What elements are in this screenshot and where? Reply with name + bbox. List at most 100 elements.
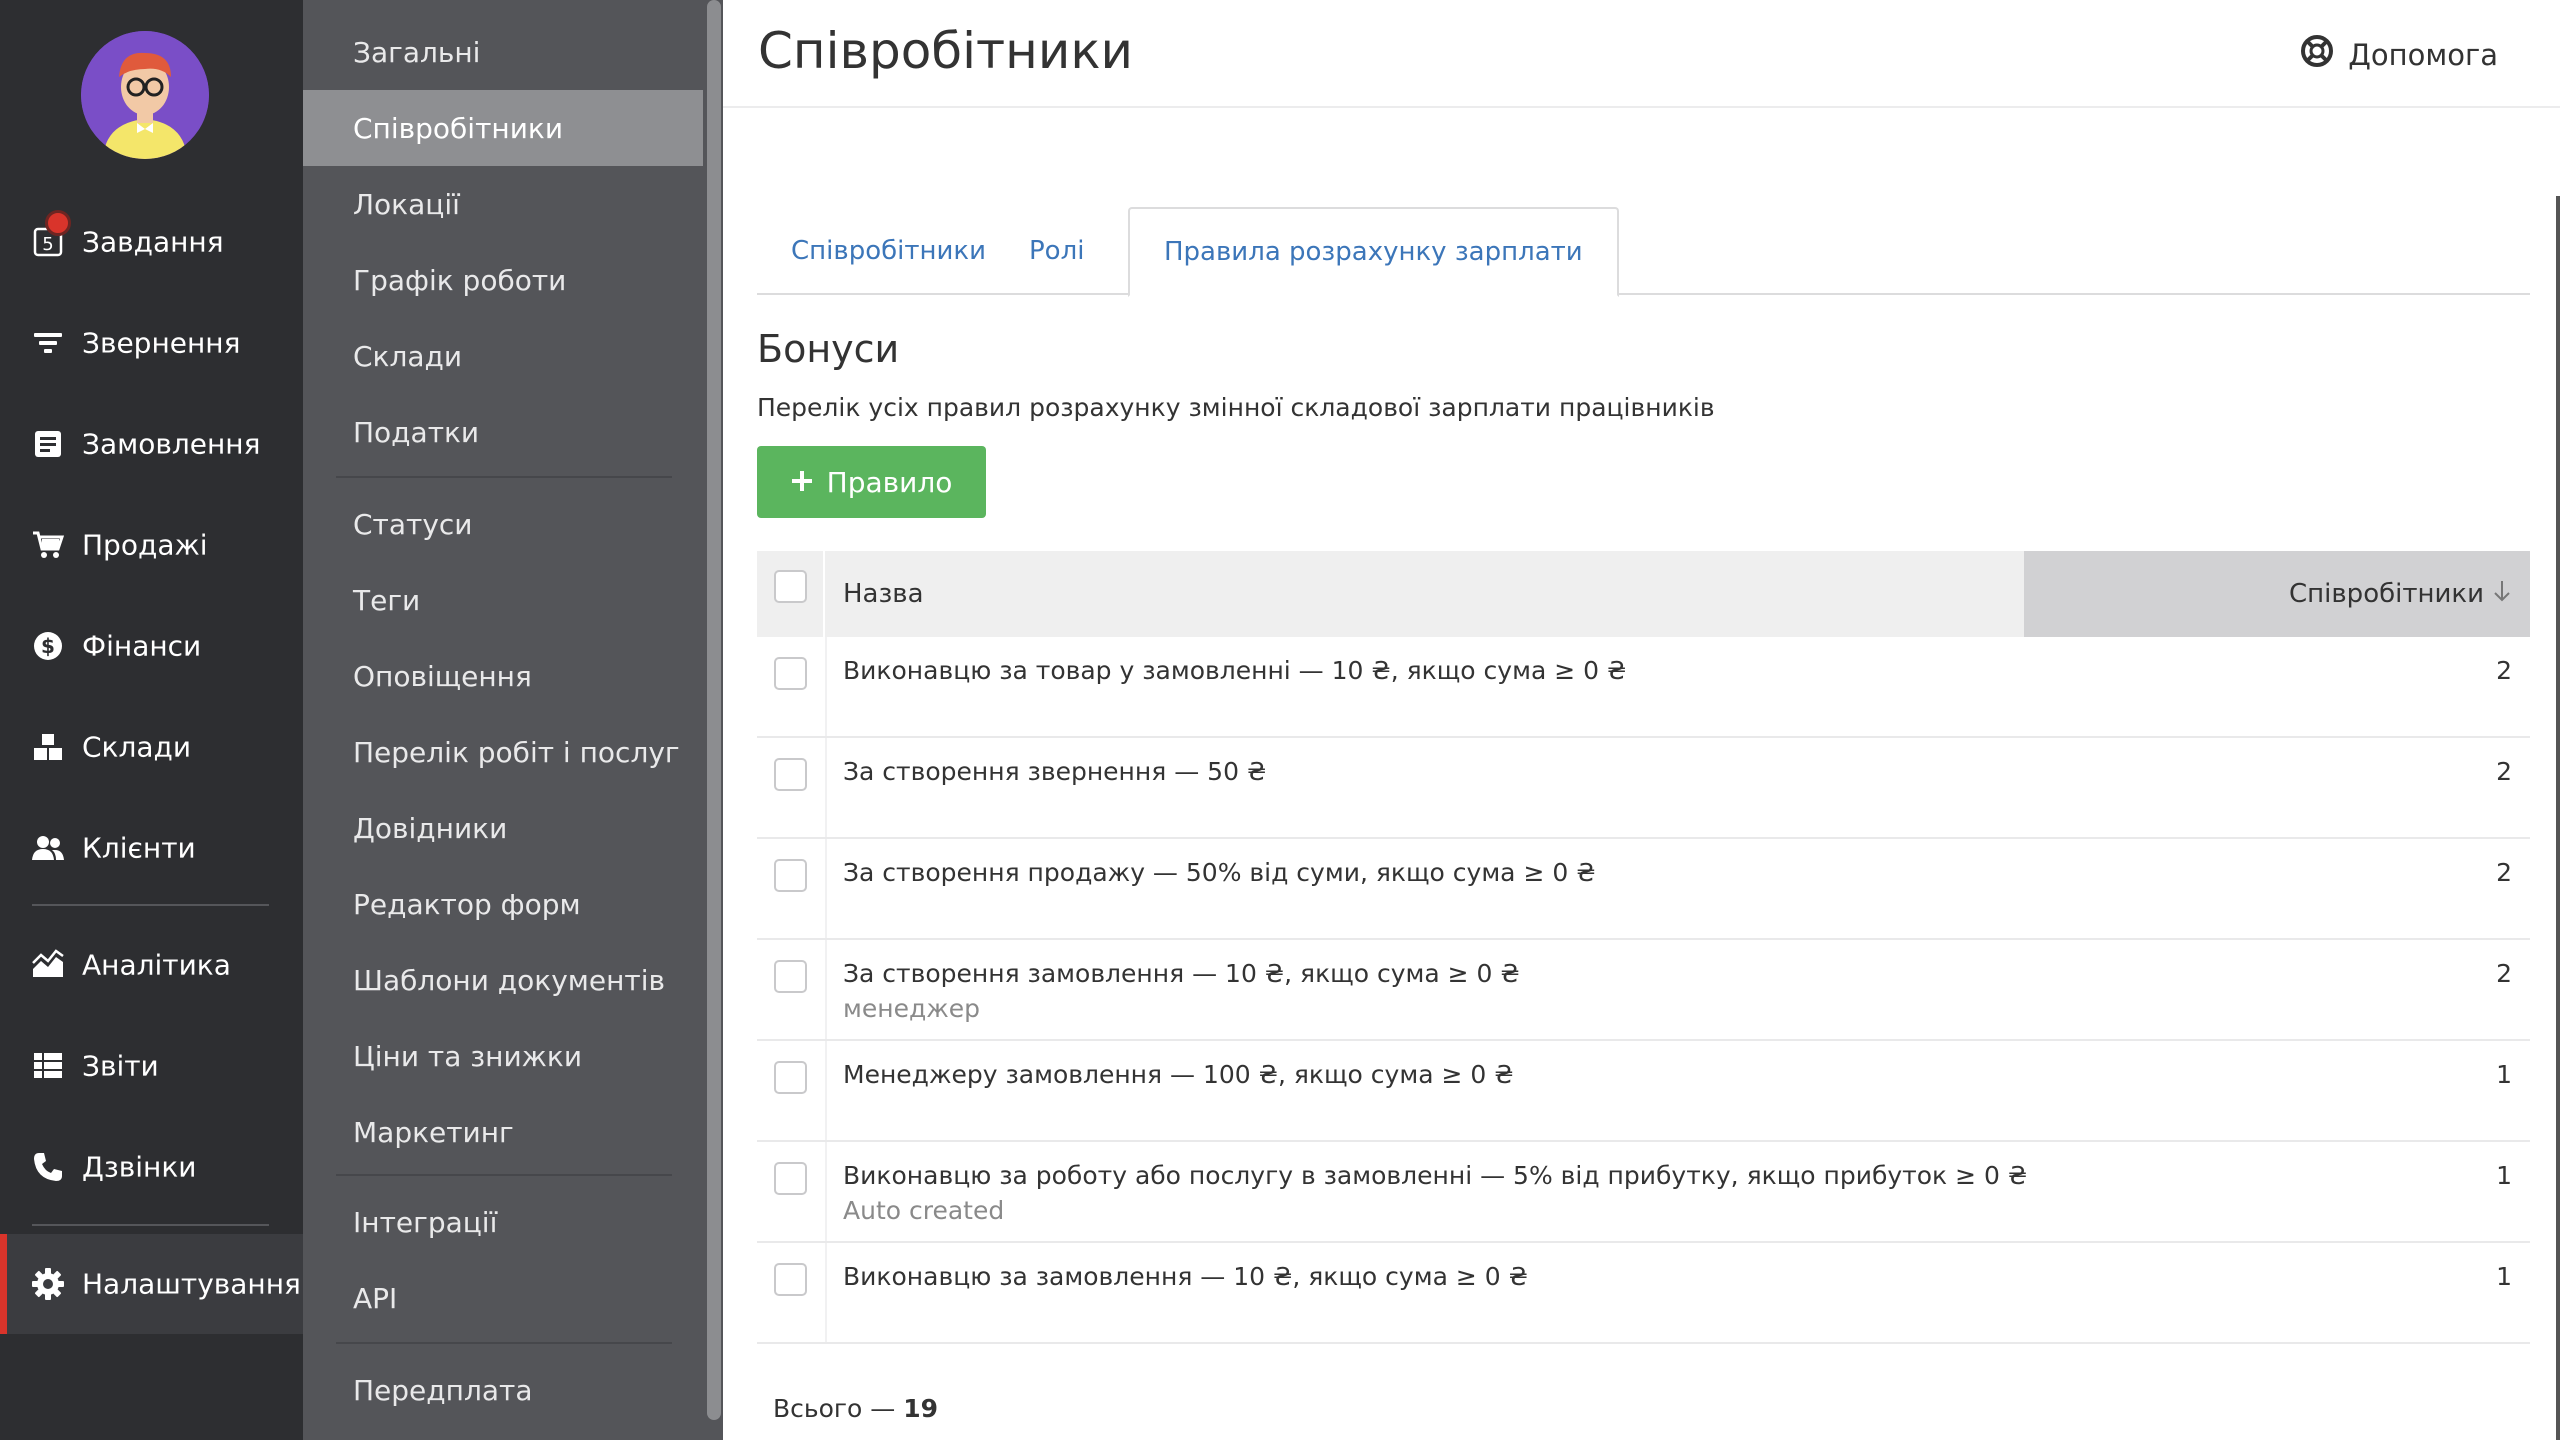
table-row[interactable]: За створення звернення — 50 ₴ 2 (757, 738, 2530, 839)
cart-icon (29, 526, 67, 564)
subnav-item-tags[interactable]: Теги (303, 562, 703, 638)
column-header-employees[interactable]: Співробітники (2024, 551, 2530, 637)
subnav-item-subscription[interactable]: Передплата (303, 1352, 703, 1428)
rule-name[interactable]: За створення звернення — 50 ₴ (843, 757, 1266, 786)
subnav-item-dictionaries[interactable]: Довідники (303, 790, 703, 866)
table-row[interactable]: За створення продажу — 50% від суми, якщ… (757, 839, 2530, 940)
total-count: Всього — 19 (773, 1394, 938, 1423)
nav-item-warehouses[interactable]: Склади (0, 697, 303, 797)
main-scrollbar[interactable] (2556, 196, 2560, 1440)
subnav-item-schedule[interactable]: Графік роботи (303, 242, 703, 318)
nav-item-tasks[interactable]: 5 Завдання (0, 192, 303, 292)
top-bar: Співробітники Допомога (723, 0, 2560, 108)
gear-icon (29, 1265, 67, 1303)
nav-item-requests[interactable]: Звернення (0, 293, 303, 393)
add-rule-button[interactable]: Правило (757, 446, 986, 518)
row-divider (825, 1041, 827, 1140)
tab-employees[interactable]: Співробітники (757, 207, 1020, 295)
header-checkbox-cell (757, 551, 825, 637)
phone-icon (29, 1148, 67, 1186)
orders-icon (29, 425, 67, 463)
table-row[interactable]: Виконавцю за замовлення — 10 ₴, якщо сум… (757, 1243, 2530, 1344)
row-checkbox[interactable] (774, 1162, 807, 1195)
subnav-item-warehouses[interactable]: Склади (303, 318, 703, 394)
subnav-item-integrations[interactable]: Інтеграції (303, 1184, 703, 1260)
column-header-name[interactable]: Назва (843, 579, 924, 609)
subnav-item-api[interactable]: API (303, 1260, 703, 1336)
tab-bar: Співробітники Ролі Правила розрахунку за… (757, 207, 2530, 297)
rule-subtitle: менеджер (843, 994, 981, 1023)
lifebuoy-icon (2300, 34, 2334, 75)
subnav-item-prices[interactable]: Ціни та знижки (303, 1018, 703, 1094)
help-link[interactable]: Допомога (2300, 34, 2498, 75)
rule-subtitle: Auto created (843, 1196, 1005, 1225)
subnav-scrollbar[interactable] (703, 0, 723, 1440)
select-all-checkbox[interactable] (774, 570, 807, 603)
row-checkbox[interactable] (774, 1061, 807, 1094)
employee-count: 1 (2496, 1161, 2512, 1190)
chart-icon (29, 946, 67, 984)
rule-name[interactable]: Менеджеру замовлення — 100 ₴, якщо сума … (843, 1060, 1514, 1089)
nav-item-label: Завдання (82, 225, 224, 259)
subnav-item-statuses[interactable]: Статуси (303, 486, 703, 562)
subnav-scrollbar-thumb[interactable] (707, 0, 721, 1420)
subnav-item-employees[interactable]: Співробітники (303, 90, 703, 166)
row-divider (825, 839, 827, 938)
filter-icon (29, 324, 67, 362)
subnav-item-marketing[interactable]: Маркетинг (303, 1094, 703, 1170)
rule-name[interactable]: Виконавцю за товар у замовленні — 10 ₴, … (843, 656, 1626, 685)
table-row[interactable]: Виконавцю за роботу або послугу в замовл… (757, 1142, 2530, 1243)
nav-item-calls[interactable]: Дзвінки (0, 1117, 303, 1217)
employee-count: 2 (2496, 656, 2512, 685)
row-checkbox[interactable] (774, 1263, 807, 1296)
table-row[interactable]: Менеджеру замовлення — 100 ₴, якщо сума … (757, 1041, 2530, 1142)
plus-icon (791, 466, 813, 499)
nav-item-label: Фінанси (82, 629, 202, 663)
row-checkbox[interactable] (774, 758, 807, 791)
subnav-item-notifications[interactable]: Оповіщення (303, 638, 703, 714)
subnav-item-taxes[interactable]: Податки (303, 394, 703, 470)
nav-item-analytics[interactable]: Аналітика (0, 915, 303, 1015)
rule-name[interactable]: Виконавцю за роботу або послугу в замовл… (843, 1161, 2027, 1190)
tasks-badge-count: 5 (42, 234, 53, 255)
nav-divider (32, 1224, 269, 1226)
nav-item-label: Продажі (82, 528, 208, 562)
nav-item-reports[interactable]: Звіти (0, 1016, 303, 1116)
nav-item-finance[interactable]: $ Фінанси (0, 596, 303, 696)
subnav-item-general[interactable]: Загальні (303, 14, 703, 90)
notification-dot (45, 210, 71, 236)
table-row[interactable]: Виконавцю за товар у замовленні — 10 ₴, … (757, 637, 2530, 738)
row-checkbox[interactable] (774, 960, 807, 993)
nav-item-sales[interactable]: Продажі (0, 495, 303, 595)
subnav-divider (336, 476, 672, 478)
rule-name[interactable]: За створення замовлення — 10 ₴, якщо сум… (843, 959, 1520, 988)
employee-count: 2 (2496, 757, 2512, 786)
nav-item-orders[interactable]: Замовлення (0, 394, 303, 494)
employee-count: 2 (2496, 858, 2512, 887)
row-checkbox[interactable] (774, 859, 807, 892)
svg-text:$: $ (41, 634, 55, 658)
subnav-divider (336, 1342, 672, 1344)
row-divider (825, 1243, 827, 1342)
tab-salary-rules[interactable]: Правила розрахунку зарплати (1128, 207, 1619, 297)
table-row[interactable]: За створення замовлення — 10 ₴, якщо сум… (757, 940, 2530, 1041)
sort-arrow-down-icon (2492, 579, 2512, 610)
total-label: Всього — (773, 1394, 896, 1423)
subnav-item-locations[interactable]: Локації (303, 166, 703, 242)
rule-name[interactable]: Виконавцю за замовлення — 10 ₴, якщо сум… (843, 1262, 1528, 1291)
rule-name[interactable]: За створення продажу — 50% від суми, якщ… (843, 858, 1596, 887)
row-divider (825, 637, 827, 736)
subnav-item-form-editor[interactable]: Редактор форм (303, 866, 703, 942)
nav-item-label: Аналітика (82, 948, 231, 982)
subnav-item-doc-templates[interactable]: Шаблони документів (303, 942, 703, 1018)
avatar[interactable] (81, 31, 209, 159)
nav-item-settings[interactable]: Налаштування (0, 1234, 303, 1334)
tab-roles[interactable]: Ролі (995, 207, 1118, 295)
employee-count: 1 (2496, 1060, 2512, 1089)
page-title: Співробітники (758, 22, 1134, 80)
row-checkbox[interactable] (774, 657, 807, 690)
subnav-item-services[interactable]: Перелік робіт і послуг (303, 714, 703, 790)
nav-divider (32, 904, 269, 906)
nav-item-clients[interactable]: Клієнти (0, 798, 303, 898)
nav-item-label: Звіти (82, 1049, 159, 1083)
